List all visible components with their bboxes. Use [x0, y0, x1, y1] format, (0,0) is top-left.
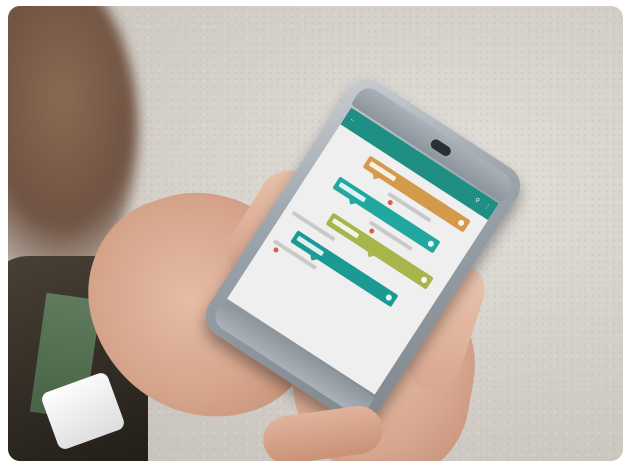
- heart-icon[interactable]: [386, 199, 394, 207]
- card-title: [296, 235, 325, 257]
- more-icon[interactable]: ⋮: [483, 203, 491, 211]
- back-arrow-icon[interactable]: ←: [348, 116, 356, 124]
- card-pointer: [370, 173, 380, 182]
- search-icon[interactable]: ⚲: [473, 197, 481, 205]
- card-icon: [426, 239, 436, 248]
- card-icon: [384, 293, 393, 302]
- card-title: [331, 218, 360, 239]
- card-title: [338, 181, 367, 203]
- heart-icon[interactable]: [272, 246, 280, 254]
- photo-frame: ← ⚲ ⋮: [8, 6, 623, 461]
- message-card[interactable]: [290, 230, 399, 308]
- card-pointer: [346, 199, 356, 207]
- share-icon[interactable]: [419, 275, 429, 285]
- message-card[interactable]: [325, 212, 434, 290]
- card-icon: [456, 218, 466, 228]
- heart-icon[interactable]: [368, 227, 376, 235]
- card-pointer: [365, 251, 375, 260]
- front-camera-icon: [428, 137, 453, 158]
